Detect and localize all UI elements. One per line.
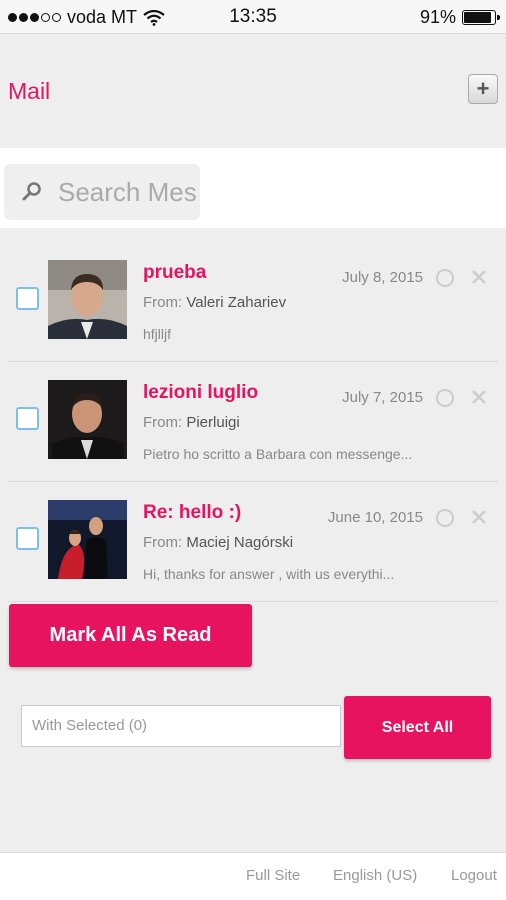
compose-button[interactable]: + [468,74,498,104]
avatar [48,260,127,339]
footer: Full Site English (US) Logout [0,852,506,900]
from-label: From: [143,534,183,551]
from-label: From: [143,414,183,431]
message-checkbox[interactable] [16,287,39,310]
sender-name: Pierluigi [186,414,240,431]
search-bar [0,148,506,228]
mark-all-read-button[interactable]: Mark All As Read [9,604,252,667]
page-title: Mail [8,78,51,104]
message-subject[interactable]: lezioni luglio [143,382,258,404]
message-from: From: Valeri Zahariev [143,294,286,311]
message-date: July 7, 2015 [342,389,423,406]
message-from: From: Pierluigi [143,414,240,431]
avatar [48,380,127,459]
message-date: June 10, 2015 [327,509,423,526]
search-box[interactable] [4,164,200,220]
language-link[interactable]: English (US) [333,867,417,884]
mark-read-icon[interactable] [436,389,454,407]
message-preview: Pietro ho scritto a Barbara con messenge… [143,446,413,462]
select-all-button[interactable]: Select All [344,696,491,759]
message-date: July 8, 2015 [342,269,423,286]
sender-name: Maciej Nagórski [186,534,294,551]
message-preview: Hi, thanks for answer , with us everythi… [143,566,395,582]
search-input[interactable] [58,172,200,212]
full-site-link[interactable]: Full Site [246,867,300,884]
message-row[interactable]: lezioni luglio From: Pierluigi Pietro ho… [8,362,498,482]
mark-read-icon[interactable] [436,269,454,287]
message-row[interactable]: Re: hello :) From: Maciej Nagórski Hi, t… [8,482,498,602]
message-checkbox[interactable] [16,527,39,550]
avatar [48,500,127,579]
message-row[interactable]: prueba From: Valeri Zahariev hfjlljf Jul… [8,242,498,362]
battery-icon [462,10,500,25]
search-icon [22,182,41,201]
plus-icon: + [476,76,490,101]
with-selected-dropdown[interactable]: With Selected (0) [21,705,341,747]
message-from: From: Maciej Nagórski [143,534,293,551]
message-preview: hfjlljf [143,326,172,342]
close-icon[interactable] [468,266,490,288]
message-subject[interactable]: prueba [143,262,206,284]
message-checkbox[interactable] [16,407,39,430]
status-bar: voda MT 13:35 91% [0,0,506,34]
message-subject[interactable]: Re: hello :) [143,502,241,524]
mark-read-icon[interactable] [436,509,454,527]
battery-percent: 91% [419,7,456,27]
battery-info: 91% [419,7,500,28]
sender-name: Valeri Zahariev [186,294,287,311]
close-icon[interactable] [468,386,490,408]
header: Mail + [0,34,506,148]
close-icon[interactable] [468,506,490,528]
logout-link[interactable]: Logout [451,867,497,884]
from-label: From: [143,294,183,311]
